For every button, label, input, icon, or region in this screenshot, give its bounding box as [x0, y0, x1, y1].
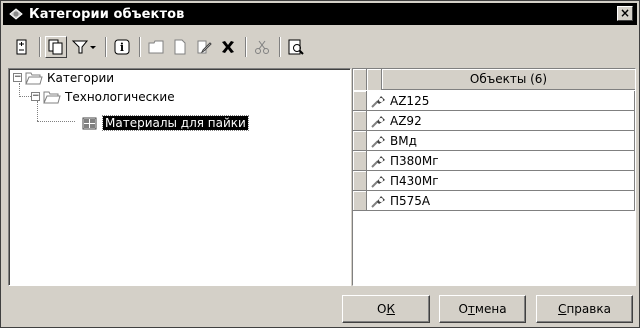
grid-cell[interactable]: П575А: [367, 191, 635, 211]
cancel-button[interactable]: От мена: [439, 295, 526, 323]
toolbar-separator: [139, 37, 141, 57]
row-indicator[interactable]: [353, 111, 367, 131]
object-name: П575А: [390, 193, 431, 208]
soldering-material-icon: [371, 175, 385, 188]
row-indicator[interactable]: [353, 131, 367, 151]
tree-node-label: Категории: [47, 70, 115, 85]
ok-button[interactable]: ОК: [342, 295, 430, 323]
soldering-material-icon: [371, 95, 385, 108]
grid-cell[interactable]: AZ125: [367, 91, 635, 111]
tree-node-soldering-materials[interactable]: Материалы для пайки: [81, 114, 249, 131]
grid-row[interactable]: П430Мг: [353, 171, 635, 191]
folder-button[interactable]: [145, 36, 167, 58]
toolbar-separator: [279, 37, 281, 57]
collapse-toggle[interactable]: −: [13, 73, 22, 82]
grid-row[interactable]: П575А: [353, 191, 635, 211]
cancel-button-mnemonic: т: [467, 302, 475, 316]
info-button[interactable]: i: [111, 36, 133, 58]
grid-corner: [353, 69, 367, 90]
objects-grid[interactable]: Объекты (6) AZ125 AZ92 ВМд П380Мг П430Мг П575…: [352, 68, 636, 286]
soldering-material-icon: [371, 115, 385, 128]
scissors-button[interactable]: [251, 36, 273, 58]
scissors-icon: [255, 40, 269, 54]
ok-button-mnemonic: К: [386, 302, 395, 316]
toolbar-separator: [245, 37, 247, 57]
filter-button[interactable]: [69, 36, 99, 58]
edit-button[interactable]: [193, 36, 215, 58]
tree-node-technological[interactable]: − Технологические: [31, 88, 175, 105]
app-icon: [7, 5, 25, 23]
help-button-mnemonic: С: [558, 302, 567, 316]
soldering-material-icon: [371, 195, 385, 208]
tree-node-categories[interactable]: − Категории: [13, 69, 114, 86]
grid-row[interactable]: AZ92: [353, 111, 635, 131]
object-name: AZ125: [390, 93, 430, 108]
ok-button-prefix: О: [377, 302, 387, 316]
grid-cell[interactable]: AZ92: [367, 111, 635, 131]
category-tree[interactable]: − Категории − Технологические Материалы …: [8, 68, 351, 286]
object-name: ВМд: [390, 133, 417, 148]
new-document-icon: [174, 39, 186, 55]
cancel-button-prefix: О: [458, 302, 468, 316]
collapse-grid-icon: [16, 39, 27, 55]
categories-dialog: Категории объектов × i − Категории − Тех…: [0, 0, 640, 328]
object-name: AZ92: [390, 113, 422, 128]
grid-cell[interactable]: П430Мг: [367, 171, 635, 191]
grid-row[interactable]: П380Мг: [353, 151, 635, 171]
grid-cell[interactable]: ВМд: [367, 131, 635, 151]
collapse-toggle[interactable]: −: [31, 92, 40, 101]
soldering-material-icon: [371, 135, 385, 148]
toolbar: i: [11, 34, 309, 60]
grid-header: Объекты (6): [353, 69, 635, 90]
copy-pages-icon: [48, 39, 63, 55]
grid-row[interactable]: ВМд: [353, 131, 635, 151]
info-icon: i: [114, 39, 130, 55]
delete-button[interactable]: [217, 36, 239, 58]
grid-column-header[interactable]: Объекты (6): [382, 69, 635, 89]
tree-node-label: Технологические: [65, 89, 175, 104]
folder-icon: [148, 40, 164, 54]
open-folder-icon: [43, 91, 61, 103]
help-button-suffix: правка: [566, 302, 611, 316]
title-bar[interactable]: Категории объектов ×: [3, 3, 637, 25]
close-button[interactable]: ×: [617, 6, 633, 21]
row-indicator[interactable]: [353, 151, 367, 171]
grid-cell[interactable]: П380Мг: [367, 151, 635, 171]
svg-text:i: i: [120, 41, 124, 54]
category-grid-icon: [82, 117, 97, 129]
tree-connector: [37, 121, 75, 122]
open-folder-icon: [25, 72, 43, 84]
delete-icon: [222, 41, 234, 53]
object-name: П380Мг: [390, 153, 439, 168]
toolbar-separator: [39, 37, 41, 57]
help-button[interactable]: Справка: [536, 295, 633, 323]
grid-header-indicator: [367, 69, 382, 90]
row-indicator[interactable]: [353, 91, 367, 111]
row-indicator[interactable]: [353, 191, 367, 211]
object-name: П430Мг: [390, 173, 439, 188]
filter-dropdown-icon: [71, 40, 96, 54]
tree-node-label-selected: Материалы для пайки: [102, 114, 249, 131]
row-indicator[interactable]: [353, 171, 367, 191]
window-title: Категории объектов: [29, 6, 185, 22]
collapse-grid-button[interactable]: [11, 36, 33, 58]
soldering-material-icon: [371, 155, 385, 168]
new-document-button[interactable]: [169, 36, 191, 58]
cancel-button-suffix: мена: [474, 302, 507, 316]
copy-pages-button[interactable]: [45, 36, 67, 58]
preview-icon: [288, 39, 304, 55]
grid-row[interactable]: AZ125: [353, 91, 635, 111]
preview-button[interactable]: [285, 36, 307, 58]
toolbar-separator: [105, 37, 107, 57]
edit-icon: [197, 40, 212, 54]
